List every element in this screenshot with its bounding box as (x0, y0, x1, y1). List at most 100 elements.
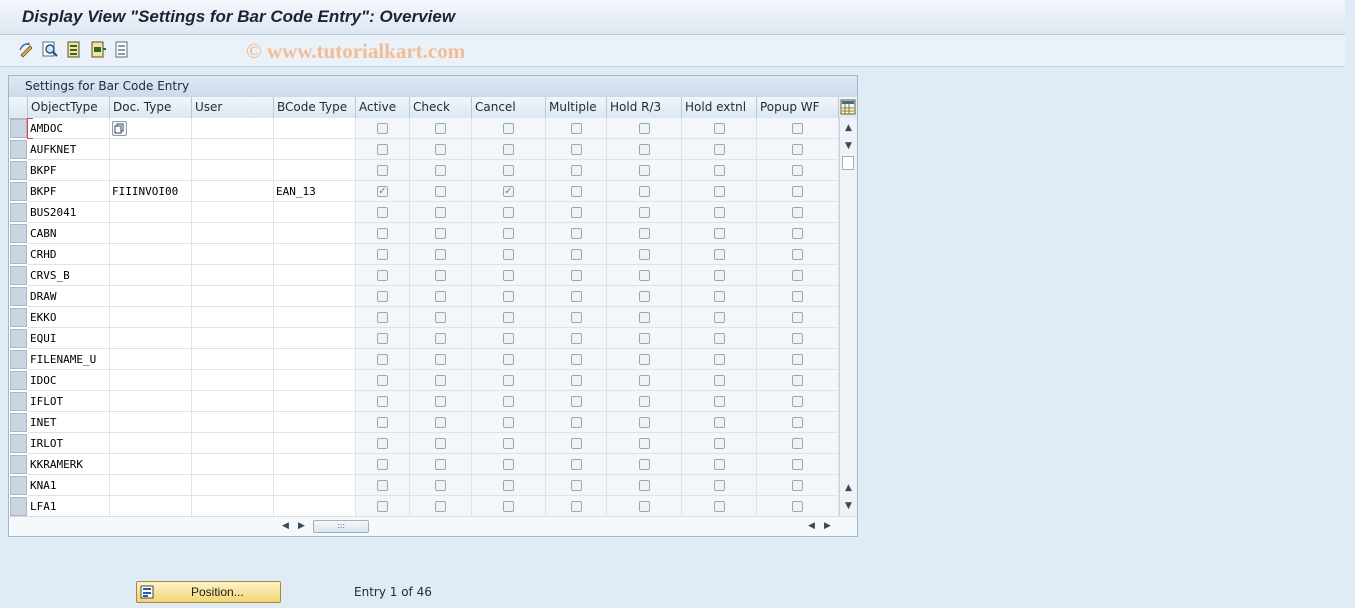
checkbox-multiple[interactable] (571, 249, 582, 260)
row-selector[interactable] (10, 350, 27, 369)
checkbox-popup-wf[interactable] (792, 186, 803, 197)
horizontal-scroll-thumb[interactable]: ::: (313, 520, 369, 533)
checkbox-check[interactable] (435, 417, 446, 428)
checkbox-cancel[interactable] (503, 417, 514, 428)
copy-value-icon[interactable] (112, 121, 127, 136)
checkbox-popup-wf[interactable] (792, 375, 803, 386)
checkbox-multiple[interactable] (571, 354, 582, 365)
checkbox-check[interactable] (435, 480, 446, 491)
checkbox-hold-r3[interactable] (639, 186, 650, 197)
row-selector[interactable] (10, 287, 27, 306)
checkbox-hold-extnl[interactable] (714, 354, 725, 365)
row-selector[interactable] (10, 266, 27, 285)
row-selector[interactable] (10, 308, 27, 327)
checkbox-active[interactable] (377, 354, 388, 365)
checkbox-popup-wf[interactable] (792, 438, 803, 449)
checkbox-check[interactable] (435, 375, 446, 386)
page-down-icon[interactable]: ▼ (840, 138, 857, 154)
row-selector[interactable] (10, 245, 27, 264)
checkbox-check[interactable] (435, 228, 446, 239)
checkbox-cancel[interactable] (503, 228, 514, 239)
change-display-icon[interactable] (18, 41, 35, 58)
checkbox-check[interactable] (435, 207, 446, 218)
row-selector[interactable] (10, 434, 27, 453)
checkbox-cancel[interactable] (503, 333, 514, 344)
checkbox-popup-wf[interactable] (792, 291, 803, 302)
checkbox-cancel[interactable] (503, 144, 514, 155)
checkbox-hold-r3[interactable] (639, 333, 650, 344)
checkbox-active[interactable] (377, 123, 388, 134)
column-header-multiple[interactable]: Multiple (546, 97, 607, 118)
checkbox-hold-extnl[interactable] (714, 375, 725, 386)
checkbox-active[interactable] (377, 480, 388, 491)
checkbox-multiple[interactable] (571, 480, 582, 491)
checkbox-hold-r3[interactable] (639, 123, 650, 134)
checkbox-multiple[interactable] (571, 123, 582, 134)
checkbox-check[interactable] (435, 270, 446, 281)
checkbox-hold-extnl[interactable] (714, 333, 725, 344)
checkbox-multiple[interactable] (571, 417, 582, 428)
column-header-hold-extnl[interactable]: Hold extnl (682, 97, 757, 118)
checkbox-multiple[interactable] (571, 291, 582, 302)
checkbox-cancel[interactable] (503, 354, 514, 365)
checkbox-check[interactable] (435, 333, 446, 344)
checkbox-multiple[interactable] (571, 312, 582, 323)
checkbox-popup-wf[interactable] (792, 501, 803, 512)
checkbox-hold-r3[interactable] (639, 354, 650, 365)
checkbox-active[interactable] (377, 501, 388, 512)
checkbox-hold-r3[interactable] (639, 312, 650, 323)
checkbox-hold-r3[interactable] (639, 417, 650, 428)
checkbox-popup-wf[interactable] (792, 312, 803, 323)
checkbox-multiple[interactable] (571, 396, 582, 407)
scroll-far-left-icon[interactable]: ◀ (803, 518, 820, 535)
checkbox-hold-extnl[interactable] (714, 249, 725, 260)
column-header-user[interactable]: User (192, 97, 274, 118)
checkbox-cancel[interactable] (503, 438, 514, 449)
find-icon[interactable] (42, 41, 59, 58)
checkbox-hold-r3[interactable] (639, 438, 650, 449)
checkbox-check[interactable] (435, 186, 446, 197)
scroll-up-icon[interactable]: ▲ (840, 120, 857, 136)
checkbox-check[interactable] (435, 438, 446, 449)
checkbox-hold-extnl[interactable] (714, 417, 725, 428)
checkbox-hold-extnl[interactable] (714, 312, 725, 323)
scroll-thumb[interactable] (842, 156, 854, 170)
checkbox-hold-r3[interactable] (639, 501, 650, 512)
checkbox-hold-r3[interactable] (639, 249, 650, 260)
checkbox-multiple[interactable] (571, 333, 582, 344)
checkbox-multiple[interactable] (571, 270, 582, 281)
row-selector[interactable] (10, 497, 27, 516)
column-header-active[interactable]: Active (356, 97, 410, 118)
checkbox-hold-extnl[interactable] (714, 291, 725, 302)
checkbox-popup-wf[interactable] (792, 123, 803, 134)
row-selector[interactable] (10, 413, 27, 432)
checkbox-hold-r3[interactable] (639, 144, 650, 155)
checkbox-hold-r3[interactable] (639, 291, 650, 302)
row-selector[interactable] (10, 371, 27, 390)
checkbox-check[interactable] (435, 396, 446, 407)
scroll-down-icon[interactable]: ▼ (840, 498, 857, 514)
checkbox-multiple[interactable] (571, 438, 582, 449)
checkbox-active[interactable] (377, 438, 388, 449)
checkbox-cancel[interactable] (503, 375, 514, 386)
row-selector[interactable] (10, 329, 27, 348)
checkbox-popup-wf[interactable] (792, 354, 803, 365)
checkbox-active[interactable]: ✓ (377, 186, 388, 197)
checkbox-hold-r3[interactable] (639, 207, 650, 218)
checkbox-cancel[interactable]: ✓ (503, 186, 514, 197)
row-selector[interactable] (10, 392, 27, 411)
checkbox-cancel[interactable] (503, 480, 514, 491)
checkbox-popup-wf[interactable] (792, 417, 803, 428)
checkbox-hold-r3[interactable] (639, 165, 650, 176)
checkbox-check[interactable] (435, 249, 446, 260)
checkbox-cancel[interactable] (503, 459, 514, 470)
checkbox-multiple[interactable] (571, 228, 582, 239)
checkbox-active[interactable] (377, 291, 388, 302)
checkbox-hold-r3[interactable] (639, 459, 650, 470)
checkbox-cancel[interactable] (503, 396, 514, 407)
row-selector[interactable] (10, 119, 27, 138)
checkbox-check[interactable] (435, 354, 446, 365)
checkbox-cancel[interactable] (503, 165, 514, 176)
checkbox-popup-wf[interactable] (792, 333, 803, 344)
checkbox-cancel[interactable] (503, 501, 514, 512)
